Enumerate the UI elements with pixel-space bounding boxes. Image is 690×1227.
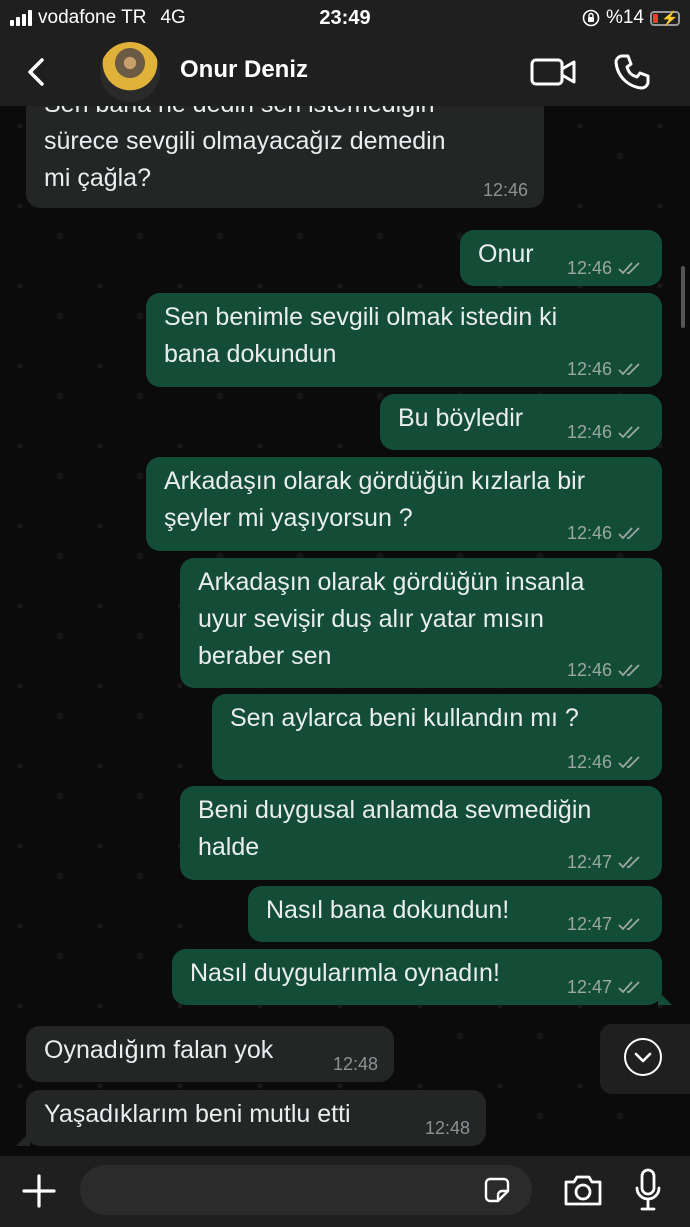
plus-icon[interactable] <box>20 1172 58 1210</box>
message-line: uyur sevişir duş alır yatar mısın <box>198 605 544 633</box>
scroll-to-bottom-button[interactable] <box>600 1024 690 1094</box>
double-check-icon <box>618 918 640 931</box>
message-time: 12:46 <box>566 422 612 442</box>
message-bubble[interactable]: Arkadaşın olarak gördüğün kızlarla bir ş… <box>146 457 662 551</box>
status-bar: vodafone TR 4G 23:49 %14 ⚡ <box>0 0 690 38</box>
double-check-icon <box>618 363 640 376</box>
message-time: 12:46 <box>482 180 528 200</box>
microphone-icon[interactable] <box>634 1168 662 1212</box>
double-check-icon <box>618 856 640 869</box>
message-bubble[interactable]: Sen bana ne dedin sen istemediğin sürece… <box>26 106 544 208</box>
message-time: 12:47 <box>566 977 612 997</box>
battery-icon: ⚡ <box>650 10 680 26</box>
message-time: 12:46 <box>566 523 612 543</box>
message-time: 12:46 <box>566 359 612 379</box>
double-check-icon <box>618 756 640 769</box>
video-call-icon[interactable] <box>530 54 576 90</box>
message-time: 12:46 <box>566 258 612 278</box>
orientation-lock-icon <box>582 9 600 27</box>
message-bubble[interactable]: Oynadığım falan yok 12:48 <box>26 1026 394 1082</box>
composer-bar <box>0 1156 690 1227</box>
chevron-down-icon <box>624 1038 662 1076</box>
message-line: Sen bana ne dedin sen istemediğin <box>44 106 526 123</box>
message-line: mi çağla? <box>44 164 151 192</box>
message-line: Yaşadıklarım beni mutlu etti <box>44 1100 351 1128</box>
double-check-icon <box>618 527 640 540</box>
message-bubble[interactable]: Bu böyledir 12:46 <box>380 394 662 450</box>
double-check-icon <box>618 262 640 275</box>
message-line: Oynadığım falan yok <box>44 1036 274 1064</box>
chevron-left-icon[interactable] <box>18 52 58 92</box>
message-time: 12:48 <box>424 1118 470 1138</box>
message-line: Sen aylarca beni kullandın mı ? <box>230 704 579 732</box>
chat-area[interactable]: Sen bana ne dedin sen istemediğin sürece… <box>0 106 690 1156</box>
message-time: 12:47 <box>566 852 612 872</box>
double-check-icon <box>618 426 640 439</box>
message-time: 12:48 <box>332 1054 378 1074</box>
message-bubble[interactable]: Beni duygusal anlamda sevmediğin halde 1… <box>180 786 662 880</box>
message-line: Arkadaşın olarak gördüğün insanla <box>198 568 585 596</box>
scrollbar[interactable] <box>681 266 685 328</box>
message-time: 12:47 <box>566 914 612 934</box>
contact-name[interactable]: Onur Deniz <box>180 56 308 84</box>
battery-percent: %14 <box>605 7 644 28</box>
phone-icon[interactable] <box>612 52 652 92</box>
message-bubble[interactable]: Nasıl bana dokundun! 12:47 <box>248 886 662 942</box>
message-line: Sen benimle sevgili olmak istedin ki <box>164 303 558 331</box>
message-bubble[interactable]: Arkadaşın olarak gördüğün insanla uyur s… <box>180 558 662 688</box>
message-line: Arkadaşın olarak gördüğün kızlarla bir <box>164 467 586 495</box>
message-bubble[interactable]: Sen aylarca beni kullandın mı ? 12:46 <box>212 694 662 780</box>
double-check-icon <box>618 981 640 994</box>
message-bubble[interactable]: Yaşadıklarım beni mutlu etti 12:48 <box>16 1090 486 1146</box>
message-bubble[interactable]: Sen benimle sevgili olmak istedin ki ban… <box>146 293 662 387</box>
message-line: sürece sevgili olmayacağız demedin <box>44 127 446 155</box>
sticker-icon[interactable] <box>482 1175 512 1205</box>
double-check-icon <box>618 664 640 677</box>
camera-icon[interactable] <box>562 1172 604 1208</box>
avatar[interactable] <box>100 42 160 102</box>
message-bubble[interactable]: Onur 12:46 <box>460 230 662 286</box>
message-time: 12:46 <box>566 752 612 772</box>
message-time: 12:46 <box>566 660 612 680</box>
message-line: Beni duygusal anlamda sevmediğin <box>198 796 592 824</box>
message-input[interactable] <box>80 1165 532 1215</box>
chat-header: Onur Deniz <box>0 38 690 106</box>
message-bubble[interactable]: Nasıl duygularımla oynadın! 12:47 <box>172 949 672 1005</box>
